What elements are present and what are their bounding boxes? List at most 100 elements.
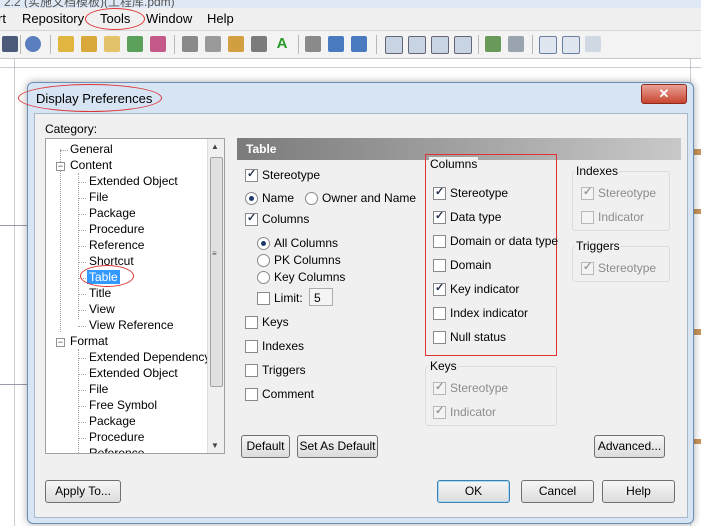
flag-icon[interactable] xyxy=(305,36,321,52)
tree-line xyxy=(78,262,86,263)
trigger-stereotype-checkbox[interactable] xyxy=(581,260,594,275)
stereotype-checkbox[interactable] xyxy=(245,167,258,182)
toolbar-separator xyxy=(376,35,377,54)
tree-node-general[interactable]: General xyxy=(70,142,113,157)
toolbar-icon[interactable] xyxy=(2,36,18,52)
col-stereotype-checkbox[interactable] xyxy=(433,185,446,200)
col-domain-or-data-type-checkbox[interactable] xyxy=(433,235,446,248)
collapse-icon[interactable]: − xyxy=(56,162,65,171)
col-domain-or-data-type-label: Domain or data type xyxy=(450,234,559,248)
folder-icon[interactable] xyxy=(58,36,74,52)
tree-node-content[interactable]: Content xyxy=(70,158,112,173)
col-null-status-checkbox[interactable] xyxy=(433,331,446,344)
key-indicator-checkbox[interactable] xyxy=(433,404,446,419)
help-button[interactable]: Help xyxy=(602,480,675,503)
col-data-type-checkbox[interactable] xyxy=(433,209,446,224)
cancel-button[interactable]: Cancel xyxy=(521,480,594,503)
toolbar: A xyxy=(0,31,701,59)
tree-node-package[interactable]: Package xyxy=(89,206,136,221)
advanced-button[interactable]: Advanced... xyxy=(594,435,665,458)
tree-node-title[interactable]: Title xyxy=(89,286,111,301)
pk-columns-radio[interactable] xyxy=(257,254,270,267)
shape-icon[interactable] xyxy=(182,36,198,52)
tree-node-format[interactable]: Format xyxy=(70,334,108,349)
tree-line xyxy=(78,214,86,215)
col-index-indicator-label: Index indicator xyxy=(450,306,529,320)
menu-window[interactable]: Window xyxy=(146,11,192,26)
panel-icon[interactable] xyxy=(562,36,580,54)
name-radio[interactable] xyxy=(245,192,258,205)
all-columns-label: All Columns xyxy=(274,236,339,250)
check-icon[interactable] xyxy=(150,36,166,52)
collapse-icon[interactable]: − xyxy=(56,338,65,347)
image-icon[interactable] xyxy=(508,36,524,52)
dialog-title-bar[interactable]: Display Preferences ✕ xyxy=(18,83,693,113)
tree-node-package[interactable]: Package xyxy=(89,414,136,429)
apply-to-button[interactable]: Apply To... xyxy=(45,480,121,503)
col-index-indicator-checkbox[interactable] xyxy=(433,307,446,320)
image-icon[interactable] xyxy=(485,36,501,52)
app-title: 2.2 (实施文档模板)(工程库.pdm) xyxy=(4,0,175,8)
index-stereotype-checkbox[interactable] xyxy=(581,185,594,200)
tree-node-extended-dependency[interactable]: Extended Dependency xyxy=(89,350,210,365)
limit-label: Limit: xyxy=(274,291,303,305)
grid-line xyxy=(0,225,30,226)
box-icon[interactable] xyxy=(205,36,221,52)
tree-node-extended-object[interactable]: Extended Object xyxy=(89,366,178,381)
arrow-left-icon[interactable] xyxy=(328,36,344,52)
menu-help[interactable]: Help xyxy=(207,11,234,26)
limit-input[interactable]: 5 xyxy=(309,288,333,306)
tree-node-reference[interactable]: Reference xyxy=(89,446,144,453)
pencil-icon[interactable] xyxy=(228,36,244,52)
close-button[interactable]: ✕ xyxy=(641,84,687,104)
owner-and-name-radio[interactable] xyxy=(305,192,318,205)
scroll-down-icon[interactable]: ▼ xyxy=(211,441,219,450)
keys-checkbox[interactable] xyxy=(245,316,258,329)
tree-node-procedure[interactable]: Procedure xyxy=(89,430,144,445)
table-icon[interactable] xyxy=(454,36,472,54)
tree-node-view[interactable]: View xyxy=(89,302,115,317)
lock-folder-icon[interactable] xyxy=(81,36,97,52)
globe-icon[interactable] xyxy=(25,36,41,52)
tree-node-view-reference[interactable]: View Reference xyxy=(89,318,174,333)
search-folder-icon[interactable] xyxy=(104,36,120,52)
grid-line xyxy=(0,384,30,385)
columns-checkbox[interactable] xyxy=(245,211,258,226)
key-columns-radio[interactable] xyxy=(257,271,270,284)
tree-node-procedure[interactable]: Procedure xyxy=(89,222,144,237)
tree-node-file[interactable]: File xyxy=(89,382,108,397)
tree-node-reference[interactable]: Reference xyxy=(89,238,144,253)
col-key-indicator-checkbox[interactable] xyxy=(433,281,446,296)
text-a-icon[interactable]: A xyxy=(274,36,290,52)
window-icon[interactable] xyxy=(408,36,426,54)
window-icon[interactable] xyxy=(385,36,403,54)
scroll-up-icon[interactable]: ▲ xyxy=(211,142,219,151)
menu-tools-prefix[interactable]: rt xyxy=(0,11,6,26)
tree-node-extended-object[interactable]: Extended Object xyxy=(89,174,178,189)
all-columns-radio[interactable] xyxy=(257,237,270,250)
refresh-icon[interactable] xyxy=(127,36,143,52)
scroll-thumb[interactable] xyxy=(210,157,223,387)
default-button[interactable]: Default xyxy=(241,435,290,458)
tree-node-free-symbol[interactable]: Free Symbol xyxy=(89,398,157,413)
col-domain-checkbox[interactable] xyxy=(433,259,446,272)
triggers-checkbox[interactable] xyxy=(245,364,258,377)
list-icon[interactable] xyxy=(585,36,601,52)
index-indicator-checkbox[interactable] xyxy=(581,211,594,224)
set-as-default-button[interactable]: Set As Default xyxy=(297,435,378,458)
indexes-checkbox[interactable] xyxy=(245,340,258,353)
limit-checkbox[interactable] xyxy=(257,292,270,305)
zoom-icon[interactable] xyxy=(539,36,557,54)
menu-bar: rt Repository Tools Window Help xyxy=(0,8,701,31)
ok-button[interactable]: OK xyxy=(437,480,510,503)
tree-node-file[interactable]: File xyxy=(89,190,108,205)
key-stereotype-checkbox[interactable] xyxy=(433,380,446,395)
tree-scrollbar[interactable]: ▲ ≡ ▼ xyxy=(207,139,224,453)
comment-checkbox[interactable] xyxy=(245,388,258,401)
paint-icon[interactable] xyxy=(251,36,267,52)
menu-repository[interactable]: Repository xyxy=(22,11,84,26)
category-tree[interactable]: General − Content Extended Object File P… xyxy=(45,138,225,454)
diagram-fragment xyxy=(693,209,701,214)
window-icon[interactable] xyxy=(431,36,449,54)
arrow-right-icon[interactable] xyxy=(351,36,367,52)
